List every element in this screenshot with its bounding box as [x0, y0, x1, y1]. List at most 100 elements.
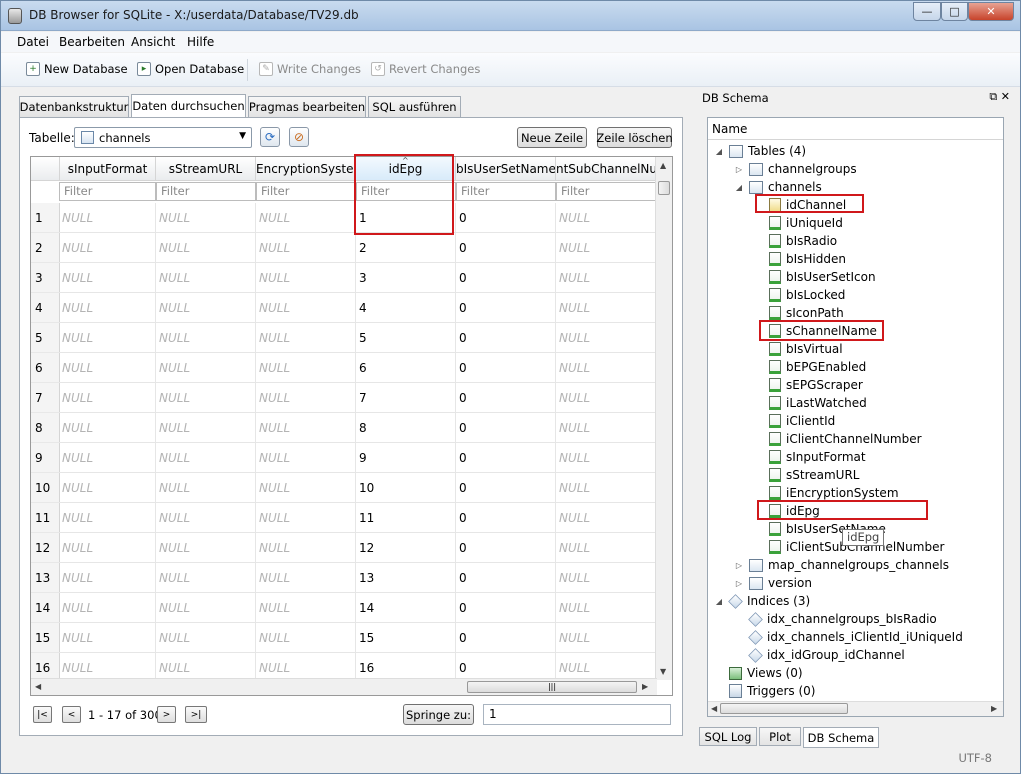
write-changes-button[interactable]: ✎ Write Changes	[259, 62, 361, 76]
table-cell[interactable]: 0	[456, 233, 556, 263]
tree-node-field[interactable]: bIsVirtual	[754, 340, 843, 358]
column-header[interactable]: sInputFormat	[60, 157, 156, 181]
column-header[interactable]: bIsUserSetName	[456, 157, 556, 181]
tree-node-index[interactable]: idx_idGroup_idChannel	[734, 646, 905, 664]
dock-float-close-icon[interactable]: ⧉ ✕	[989, 90, 1010, 104]
table-cell[interactable]: NULL	[556, 353, 656, 383]
row-header[interactable]: 9	[31, 443, 60, 473]
scroll-left-icon[interactable]: ◀	[711, 704, 717, 713]
data-grid[interactable]: sInputFormat sStreamURL EncryptionSystem…	[30, 156, 673, 696]
table-cell[interactable]: NULL	[256, 263, 356, 293]
table-cell[interactable]: 0	[456, 443, 556, 473]
delete-row-button[interactable]: Zeile löschen	[596, 127, 673, 148]
tree-node-field[interactable]: iClientChannelNumber	[754, 430, 922, 448]
tree-node-field[interactable]: idChannel	[754, 196, 846, 214]
table-cell[interactable]: 4	[356, 293, 456, 323]
row-header[interactable]: 11	[31, 503, 60, 533]
table-cell[interactable]: NULL	[59, 323, 156, 353]
tree-node-table[interactable]: ▷ channelgroups	[734, 160, 857, 178]
tree-node-field[interactable]: bIsHidden	[754, 250, 846, 268]
tree-node-table[interactable]: ◢ channels	[734, 178, 822, 196]
expander-icon[interactable]: ▷	[734, 165, 744, 174]
minimize-button[interactable]: —	[913, 2, 941, 21]
table-cell[interactable]: NULL	[156, 563, 256, 593]
table-cell[interactable]: NULL	[556, 383, 656, 413]
schema-tree[interactable]: Name ◢ Tables (4) ▷ channelgroups ◢ channels i…	[707, 117, 1004, 717]
table-cell[interactable]: NULL	[59, 203, 156, 233]
column-header[interactable]: EncryptionSystem	[256, 157, 356, 181]
table-cell[interactable]: NULL	[556, 473, 656, 503]
table-cell[interactable]: NULL	[156, 593, 256, 623]
menu-hilfe[interactable]: Hilfe	[187, 35, 214, 49]
table-cell[interactable]: 6	[356, 353, 456, 383]
table-cell[interactable]: 13	[356, 563, 456, 593]
row-header[interactable]: 8	[31, 413, 60, 443]
table-cell[interactable]: 0	[456, 353, 556, 383]
table-cell[interactable]: 5	[356, 323, 456, 353]
row-header[interactable]: 13	[31, 563, 60, 593]
tree-node-field[interactable]: iEncryptionSystem	[754, 484, 899, 502]
revert-changes-button[interactable]: ↺ Revert Changes	[371, 62, 480, 76]
table-cell[interactable]: NULL	[156, 323, 256, 353]
table-cell[interactable]: 3	[356, 263, 456, 293]
table-cell[interactable]: NULL	[256, 353, 356, 383]
table-cell[interactable]: 9	[356, 443, 456, 473]
table-cell[interactable]: 2	[356, 233, 456, 263]
tree-node-field[interactable]: sEPGScraper	[754, 376, 863, 394]
tree-node-index[interactable]: idx_channelgroups_bIsRadio	[734, 610, 937, 628]
table-cell[interactable]: 11	[356, 503, 456, 533]
table-cell[interactable]: 0	[456, 203, 556, 233]
table-cell[interactable]: NULL	[556, 443, 656, 473]
previous-page-button[interactable]: <	[62, 706, 81, 723]
tree-node-field[interactable]: bIsLocked	[754, 286, 845, 304]
table-cell[interactable]: 0	[456, 593, 556, 623]
table-cell[interactable]: 7	[356, 383, 456, 413]
vertical-scrollbar[interactable]: ▲ ▼	[655, 157, 672, 680]
table-cell[interactable]: NULL	[256, 323, 356, 353]
tree-node-field[interactable]: bIsUserSetIcon	[754, 268, 876, 286]
table-cell[interactable]: NULL	[556, 263, 656, 293]
table-cell[interactable]: NULL	[59, 593, 156, 623]
column-header[interactable]: sStreamURL	[156, 157, 256, 181]
table-cell[interactable]: NULL	[156, 353, 256, 383]
tree-node-field[interactable]: iClientId	[754, 412, 835, 430]
tab-plot[interactable]: Plot	[759, 727, 801, 746]
table-cell[interactable]: NULL	[156, 443, 256, 473]
tree-node-views[interactable]: Views (0)	[714, 664, 803, 682]
table-cell[interactable]: NULL	[59, 353, 156, 383]
tree-node-field[interactable]: sInputFormat	[754, 448, 866, 466]
table-cell[interactable]: 12	[356, 533, 456, 563]
open-database-button[interactable]: ▸ Open Database	[137, 62, 244, 76]
filter-input[interactable]: Filter	[356, 182, 456, 201]
table-cell[interactable]: NULL	[156, 623, 256, 653]
table-cell[interactable]: NULL	[59, 383, 156, 413]
table-cell[interactable]: NULL	[556, 233, 656, 263]
table-cell[interactable]: 1	[356, 203, 456, 233]
table-cell[interactable]: NULL	[59, 473, 156, 503]
table-cell[interactable]: NULL	[556, 563, 656, 593]
table-cell[interactable]: 0	[456, 623, 556, 653]
filter-input[interactable]: Filter	[256, 182, 356, 201]
table-cell[interactable]: NULL	[156, 473, 256, 503]
tab-sql-ausfuehren[interactable]: SQL ausführen	[368, 96, 461, 117]
table-cell[interactable]: NULL	[256, 203, 356, 233]
filter-input[interactable]: Filter	[156, 182, 256, 201]
row-header[interactable]: 6	[31, 353, 60, 383]
tab-sql-log[interactable]: SQL Log	[699, 727, 757, 746]
table-cell[interactable]: NULL	[256, 563, 356, 593]
table-cell[interactable]: 0	[456, 293, 556, 323]
table-cell[interactable]: NULL	[59, 563, 156, 593]
table-cell[interactable]: 10	[356, 473, 456, 503]
table-cell[interactable]: NULL	[256, 443, 356, 473]
row-header[interactable]: 12	[31, 533, 60, 563]
table-cell[interactable]: NULL	[256, 623, 356, 653]
new-database-button[interactable]: + New Database	[26, 62, 128, 76]
table-cell[interactable]: NULL	[156, 293, 256, 323]
menu-bearbeiten[interactable]: Bearbeiten	[59, 35, 125, 49]
expander-icon[interactable]: ◢	[714, 597, 724, 606]
tab-daten-durchsuchen[interactable]: Daten durchsuchen	[131, 94, 246, 117]
table-cell[interactable]: NULL	[556, 293, 656, 323]
close-button[interactable]: ✕	[968, 2, 1014, 21]
tree-node-tables[interactable]: ◢ Tables (4)	[714, 142, 806, 160]
column-header[interactable]: ntSubChannelNum	[556, 157, 656, 181]
